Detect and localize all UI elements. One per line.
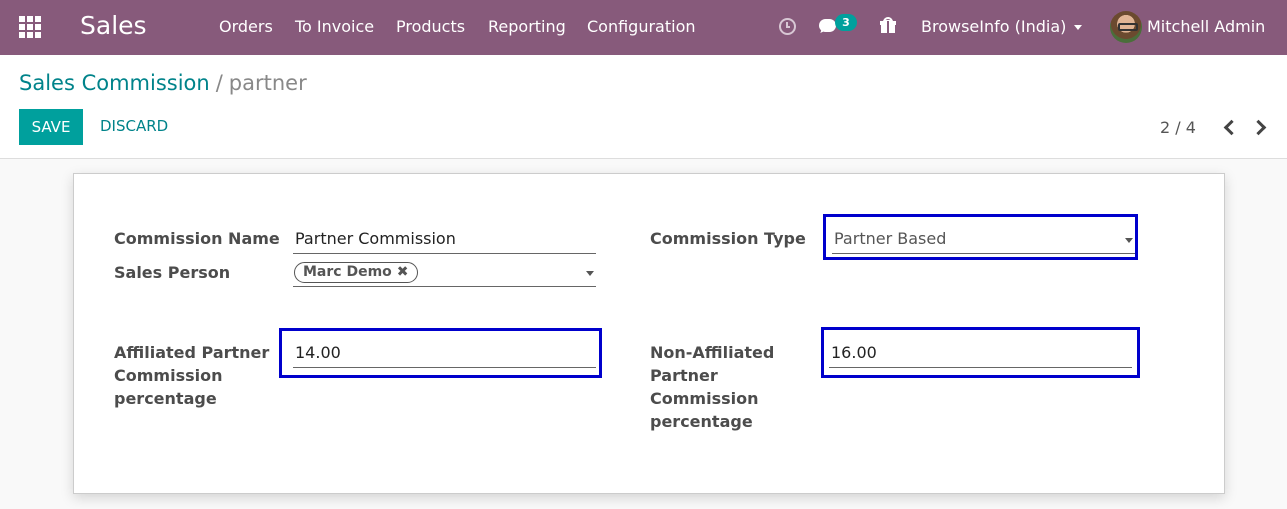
save-button[interactable]: SAVE [19,109,83,145]
sales-person-tag: Marc Demo ✖ [294,262,418,283]
caret-down-icon [1125,238,1133,243]
commission-type-select[interactable]: Partner Based [832,226,1135,254]
menu-orders[interactable]: Orders [219,17,273,36]
company-switcher[interactable]: BrowseInfo (India) [921,17,1083,36]
menu-products[interactable]: Products [396,17,465,36]
commission-name-field[interactable]: Partner Commission [293,226,596,254]
affiliated-commission-label: Affiliated Partner Commission percentage [114,343,270,408]
gift-icon[interactable] [880,17,896,33]
chat-icon[interactable] [819,19,836,32]
breadcrumb-current: partner [228,71,307,95]
avatar[interactable] [1110,11,1142,43]
caret-down-icon [1074,25,1083,30]
menu-to-invoice[interactable]: To Invoice [295,17,374,36]
apps-grid-icon[interactable] [19,16,41,38]
company-name: BrowseInfo (India) [921,17,1067,36]
close-icon[interactable]: ✖ [397,264,409,280]
pager-value: 2 / 4 [1160,118,1196,137]
discard-button[interactable]: DISCARD [100,117,168,135]
sales-person-label: Sales Person [114,263,231,282]
control-panel: Sales Commission / partner SAVE DISCARD 2 … [0,55,1287,159]
menu-reporting[interactable]: Reporting [488,17,566,36]
breadcrumb: Sales Commission / partner [19,71,307,95]
chat-count-badge: 3 [835,14,857,31]
commission-type-value: Partner Based [834,229,947,248]
clock-icon[interactable] [779,18,796,35]
breadcrumb-separator: / [215,71,223,95]
menu-configuration[interactable]: Configuration [587,17,696,36]
breadcrumb-parent[interactable]: Sales Commission [19,71,210,95]
commission-type-label: Commission Type [650,229,806,248]
affiliated-commission-input[interactable]: 14.00 [293,340,596,368]
chevron-right-icon[interactable] [1253,119,1267,135]
non-affiliated-commission-input[interactable]: 16.00 [829,340,1132,368]
form-sheet: Commission Name Partner Commission Sales… [73,173,1225,494]
caret-down-icon[interactable] [586,271,594,276]
sales-person-tag-label: Marc Demo [303,264,392,280]
commission-name-label: Commission Name [114,229,280,248]
non-affiliated-commission-label: Non-Affiliated Partner Commission percen… [650,343,775,431]
sales-person-field[interactable]: Marc Demo ✖ [293,259,596,287]
top-navbar: Sales Orders To Invoice Products Reporti… [0,0,1287,55]
app-name[interactable]: Sales [80,11,147,40]
user-menu[interactable]: Mitchell Admin [1147,17,1265,36]
chevron-left-icon[interactable] [1222,119,1236,135]
